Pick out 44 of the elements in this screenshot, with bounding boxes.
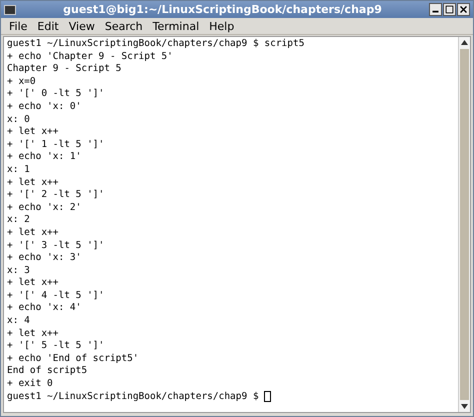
terminal-line: x: 1	[7, 164, 31, 177]
menu-item[interactable]: Search	[100, 18, 147, 34]
terminal-line: + echo 'x: 2'	[7, 202, 82, 214]
terminal-line: + '[' 1 -lt 5 ']'	[7, 138, 106, 152]
terminal-line: + echo 'Chapter 9 - Script 5'	[7, 50, 174, 64]
terminal-line: x: 0	[7, 114, 31, 126]
menu-item[interactable]: View	[64, 18, 99, 34]
scrollbar-thumb[interactable]	[460, 49, 469, 400]
scrollbar[interactable]	[458, 37, 470, 412]
terminal-line: Chapter 9 - Script 5	[7, 63, 122, 76]
terminal-line: + let x++	[7, 176, 60, 190]
terminal-line: x: 2	[7, 214, 31, 227]
terminal-line: + '[' 3 -lt 5 ']'	[7, 240, 106, 252]
scroll-up-icon[interactable]	[461, 40, 468, 45]
minimize-button[interactable]	[429, 3, 442, 16]
terminal-line: + x=0	[7, 76, 37, 88]
prompt-line: guest1 ~/LinuxScriptingBook/chapters/chap9 $	[7, 390, 259, 404]
terminal-line: + '[' 0 -lt 5 ']'	[7, 88, 106, 101]
menu-item[interactable]: Help	[205, 18, 238, 34]
terminal-line: + echo 'x: 0'	[7, 100, 82, 114]
terminal-line: + let x++	[7, 277, 60, 290]
terminal-line: + let x++	[7, 226, 60, 240]
terminal-line: x: 3	[7, 264, 31, 278]
terminal-icon	[4, 4, 16, 14]
terminal-line: End of script5	[7, 365, 88, 378]
close-button[interactable]	[457, 3, 470, 16]
menu-item[interactable]: File	[5, 18, 32, 34]
terminal-line: + echo 'End of script5'	[7, 352, 140, 366]
terminal-line: + '[' 5 -lt 5 ']'	[7, 340, 106, 353]
terminal-line: x: 4	[7, 315, 31, 328]
terminal-line: + '[' 4 -lt 5 ']'	[7, 290, 106, 302]
menu-item[interactable]: Terminal	[148, 18, 204, 34]
terminal-line: + exit 0	[7, 378, 54, 391]
terminal-line: guest1 ~/LinuxScriptingBook/chapters/chap9 $ script5	[7, 38, 306, 51]
terminal-line: + let x++	[7, 126, 60, 139]
terminal-line: + echo 'x: 4'	[7, 302, 82, 316]
scroll-down-icon[interactable]	[461, 404, 468, 409]
terminal-line: + let x++	[7, 328, 60, 340]
maximize-button[interactable]	[443, 3, 456, 16]
terminal-line: + echo 'x: 3'	[7, 252, 82, 265]
terminal-line: + '[' 2 -lt 5 ']'	[7, 189, 106, 202]
menu-item[interactable]: Edit	[33, 18, 63, 34]
terminal-line: + echo 'x: 1'	[7, 151, 82, 164]
window-title: guest1@big1:~/LinuxScriptingBook/chapters/chap9	[62, 3, 383, 16]
